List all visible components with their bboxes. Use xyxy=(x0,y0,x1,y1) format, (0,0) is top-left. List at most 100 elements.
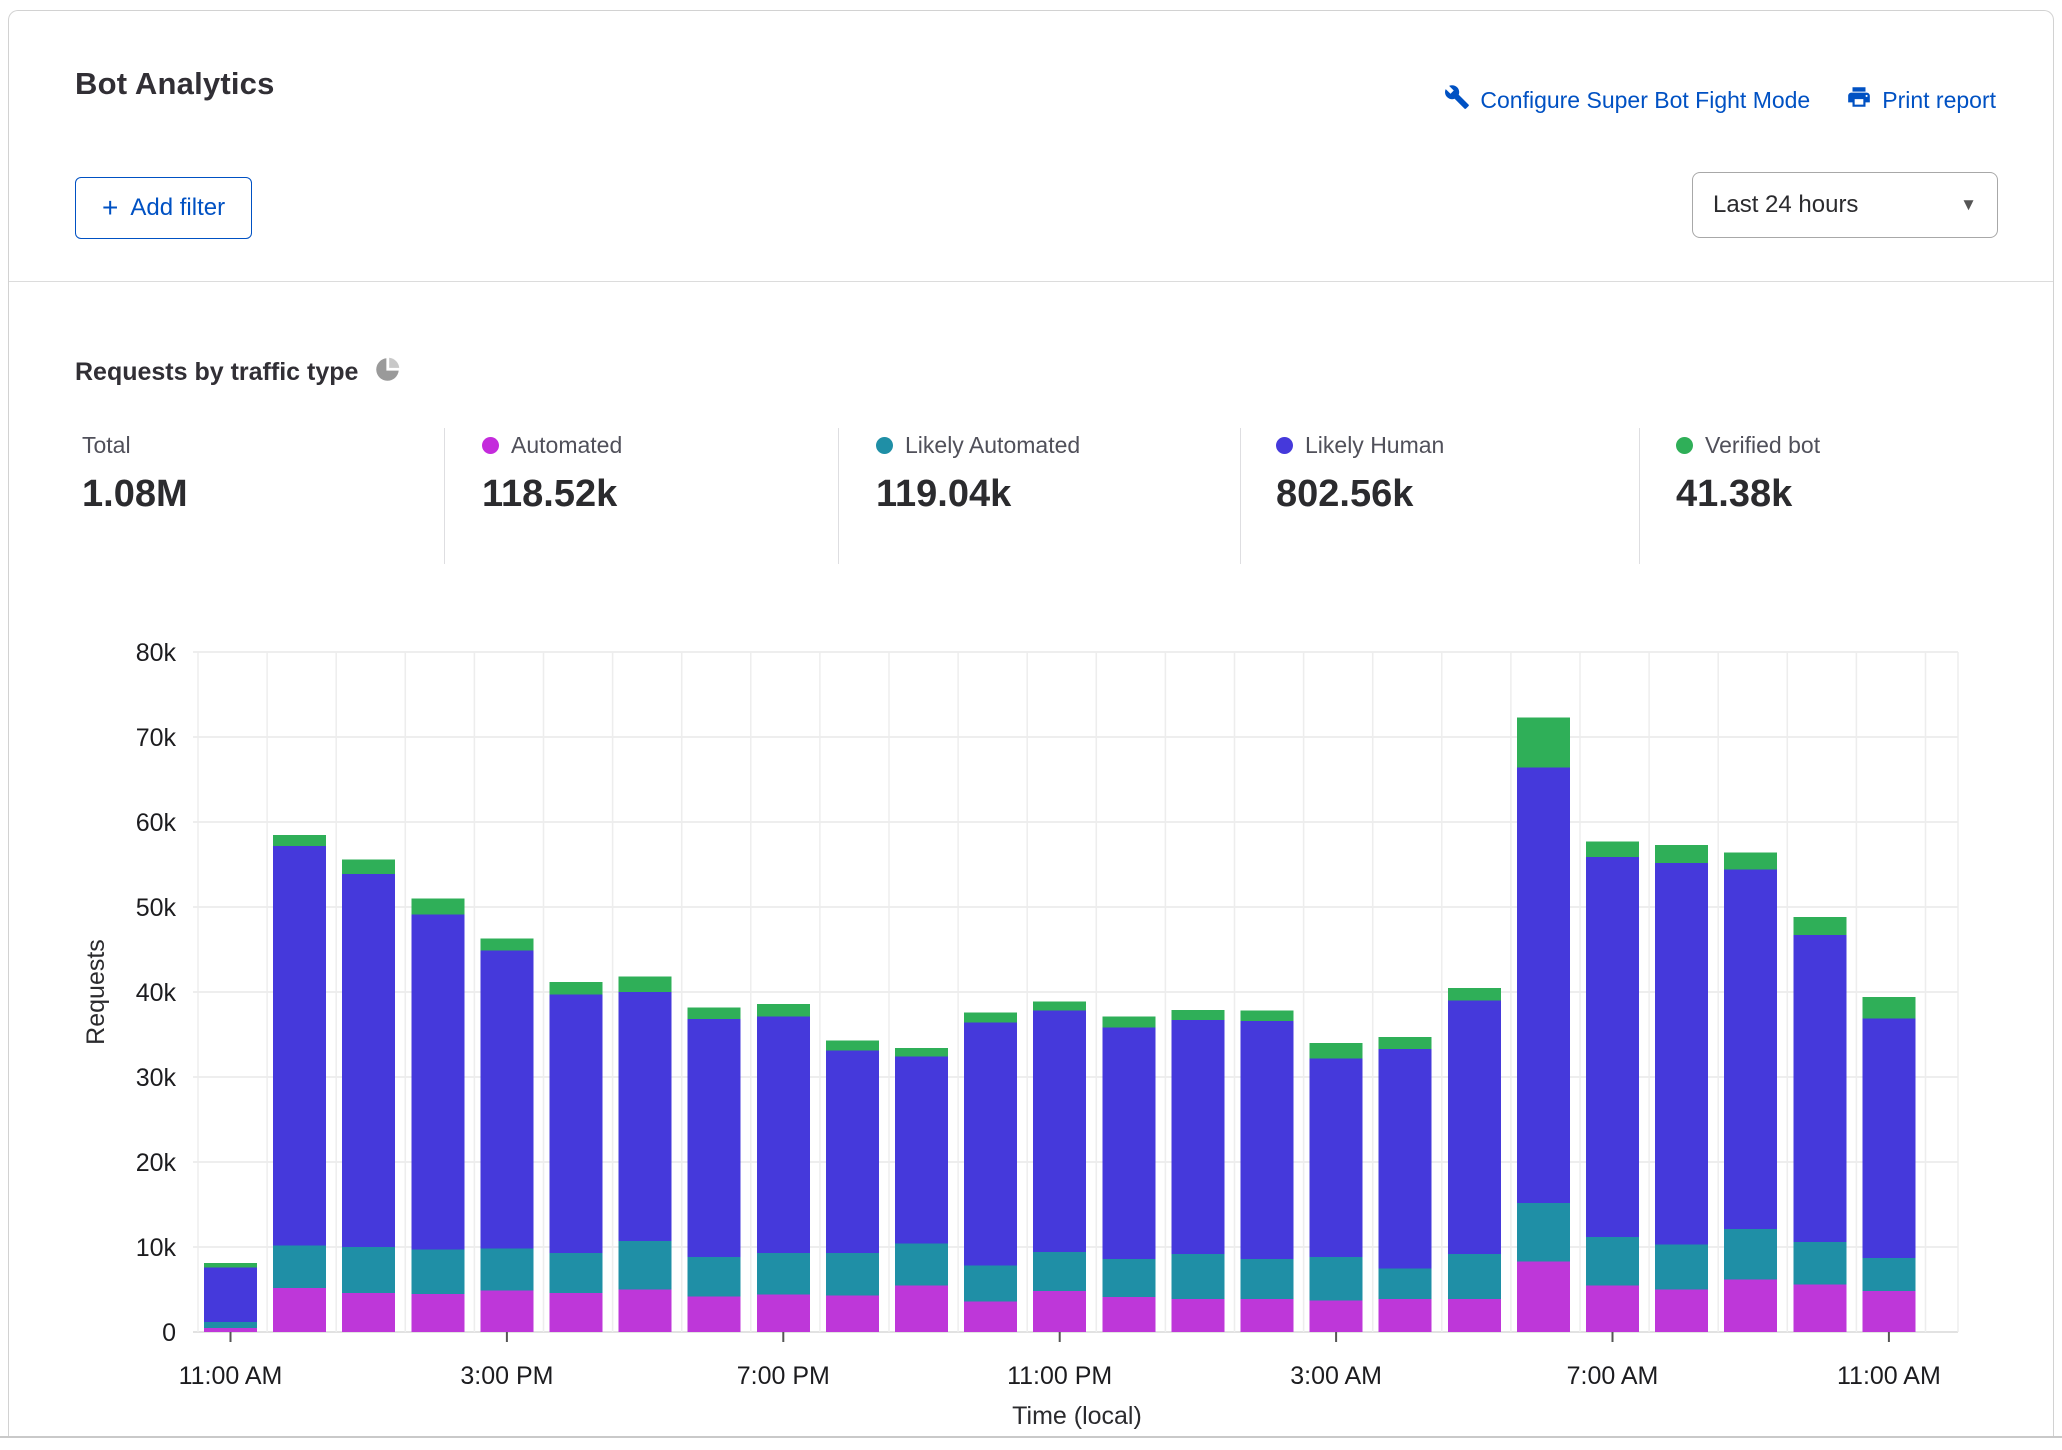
bar-segment-automated xyxy=(204,1328,257,1332)
bar-segment-verified-bot xyxy=(273,835,326,846)
bar-segment-automated xyxy=(826,1295,879,1332)
bar-segment-verified-bot xyxy=(757,1004,810,1017)
bar-segment-likely-automated xyxy=(1448,1254,1501,1299)
bar-segment-likely-human xyxy=(964,1023,1017,1266)
bar-segment-likely-automated xyxy=(204,1322,257,1328)
bar-segment-likely-automated xyxy=(1793,1242,1846,1285)
bar-segment-likely-automated xyxy=(1379,1268,1432,1299)
x-tick-label: 11:00 PM xyxy=(1007,1362,1112,1390)
bar-segment-likely-human xyxy=(273,846,326,1246)
bar-segment-automated xyxy=(1586,1285,1639,1332)
bar-segment-likely-automated xyxy=(1171,1254,1224,1299)
bar-segment-automated xyxy=(1241,1299,1294,1332)
bar-segment-verified-bot xyxy=(1517,717,1570,767)
bar-segment-automated xyxy=(895,1285,948,1332)
x-tick-label: 3:00 AM xyxy=(1290,1362,1382,1390)
bar-segment-automated xyxy=(273,1288,326,1332)
bar-segment-automated xyxy=(1310,1301,1363,1332)
bar-segment-likely-human xyxy=(1241,1021,1294,1259)
bar-segment-likely-automated xyxy=(964,1266,1017,1302)
bar-segment-verified-bot xyxy=(1241,1011,1294,1021)
bar-segment-automated xyxy=(550,1293,603,1332)
bar-segment-likely-human xyxy=(1586,857,1639,1237)
bar-segment-likely-human xyxy=(1862,1018,1915,1258)
bar-segment-automated xyxy=(1448,1299,1501,1332)
y-tick-label: 20k xyxy=(136,1149,177,1177)
x-tick-label: 7:00 PM xyxy=(737,1362,830,1390)
bar-segment-automated xyxy=(1379,1299,1432,1332)
bar-segment-verified-bot xyxy=(480,938,533,950)
y-tick-label: 70k xyxy=(136,724,177,752)
requests-stacked-bar-chart: 010k20k30k40k50k60k70k80k11:00 AM3:00 PM… xyxy=(0,0,2062,1450)
bar-segment-automated xyxy=(1862,1291,1915,1332)
bar-segment-likely-human xyxy=(1655,863,1708,1245)
y-tick-label: 0 xyxy=(162,1319,176,1347)
bar-segment-likely-automated xyxy=(619,1241,672,1289)
bar-segment-likely-human xyxy=(411,915,464,1250)
bar-segment-verified-bot xyxy=(1310,1043,1363,1058)
bar-segment-verified-bot xyxy=(1102,1017,1155,1028)
y-tick-label: 30k xyxy=(136,1064,177,1092)
bar-segment-verified-bot xyxy=(619,977,672,992)
bar-segment-likely-human xyxy=(757,1017,810,1253)
bar-segment-likely-automated xyxy=(1862,1258,1915,1291)
x-tick-label: 7:00 AM xyxy=(1567,1362,1659,1390)
bar-segment-automated xyxy=(964,1301,1017,1332)
bar-segment-likely-human xyxy=(1310,1058,1363,1257)
bar-segment-likely-automated xyxy=(1241,1259,1294,1299)
bar-segment-likely-human xyxy=(480,950,533,1248)
bar-segment-likely-human xyxy=(826,1051,879,1253)
bar-segment-likely-human xyxy=(688,1019,741,1257)
bar-segment-verified-bot xyxy=(826,1040,879,1050)
bar-segment-verified-bot xyxy=(1655,845,1708,863)
bar-segment-likely-automated xyxy=(411,1250,464,1294)
bar-segment-automated xyxy=(1517,1261,1570,1332)
bar-segment-verified-bot xyxy=(688,1007,741,1019)
bar-segment-likely-human xyxy=(1033,1011,1086,1252)
bar-segment-likely-automated xyxy=(1655,1244,1708,1289)
bar-segment-verified-bot xyxy=(895,1048,948,1057)
y-tick-label: 60k xyxy=(136,809,177,837)
bar-segment-likely-human xyxy=(1448,1001,1501,1254)
bar-segment-automated xyxy=(1724,1279,1777,1332)
bar-segment-likely-human xyxy=(550,995,603,1253)
bar-segment-automated xyxy=(411,1294,464,1332)
bar-segment-verified-bot xyxy=(411,899,464,915)
bar-segment-verified-bot xyxy=(1586,842,1639,857)
bar-segment-automated xyxy=(1033,1291,1086,1332)
bar-segment-likely-human xyxy=(342,874,395,1247)
bar-segment-likely-automated xyxy=(1517,1203,1570,1262)
bar-segment-automated xyxy=(342,1293,395,1332)
bar-segment-likely-automated xyxy=(550,1253,603,1293)
y-tick-label: 40k xyxy=(136,979,177,1007)
x-axis-title: Time (local) xyxy=(1012,1402,1142,1430)
bar-segment-likely-automated xyxy=(1586,1237,1639,1285)
bar-segment-likely-human xyxy=(895,1057,948,1244)
bar-segment-verified-bot xyxy=(1171,1010,1224,1020)
bar-segment-likely-automated xyxy=(1033,1252,1086,1291)
bar-segment-likely-human xyxy=(1793,935,1846,1242)
y-axis-title: Requests xyxy=(82,939,110,1045)
bar-segment-likely-automated xyxy=(1102,1259,1155,1297)
bar-segment-verified-bot xyxy=(1862,997,1915,1018)
bar-segment-verified-bot xyxy=(1448,988,1501,1001)
y-tick-label: 10k xyxy=(136,1234,177,1262)
bar-segment-verified-bot xyxy=(964,1012,1017,1022)
bar-segment-likely-human xyxy=(1171,1020,1224,1254)
bar-segment-likely-automated xyxy=(273,1245,326,1288)
bar-segment-likely-automated xyxy=(826,1253,879,1296)
bar-segment-likely-human xyxy=(1724,870,1777,1230)
bar-segment-verified-bot xyxy=(1033,1001,1086,1010)
bar-segment-verified-bot xyxy=(1724,853,1777,870)
bar-segment-automated xyxy=(757,1295,810,1332)
bar-segment-likely-automated xyxy=(895,1244,948,1286)
y-tick-label: 80k xyxy=(136,639,177,667)
bar-segment-automated xyxy=(1171,1299,1224,1332)
bar-segment-verified-bot xyxy=(550,982,603,995)
bar-segment-likely-automated xyxy=(480,1249,533,1291)
bar-segment-likely-automated xyxy=(1724,1229,1777,1279)
bar-segment-automated xyxy=(1655,1290,1708,1333)
bar-segment-automated xyxy=(619,1290,672,1333)
y-tick-label: 50k xyxy=(136,894,177,922)
bar-segment-likely-automated xyxy=(757,1253,810,1295)
